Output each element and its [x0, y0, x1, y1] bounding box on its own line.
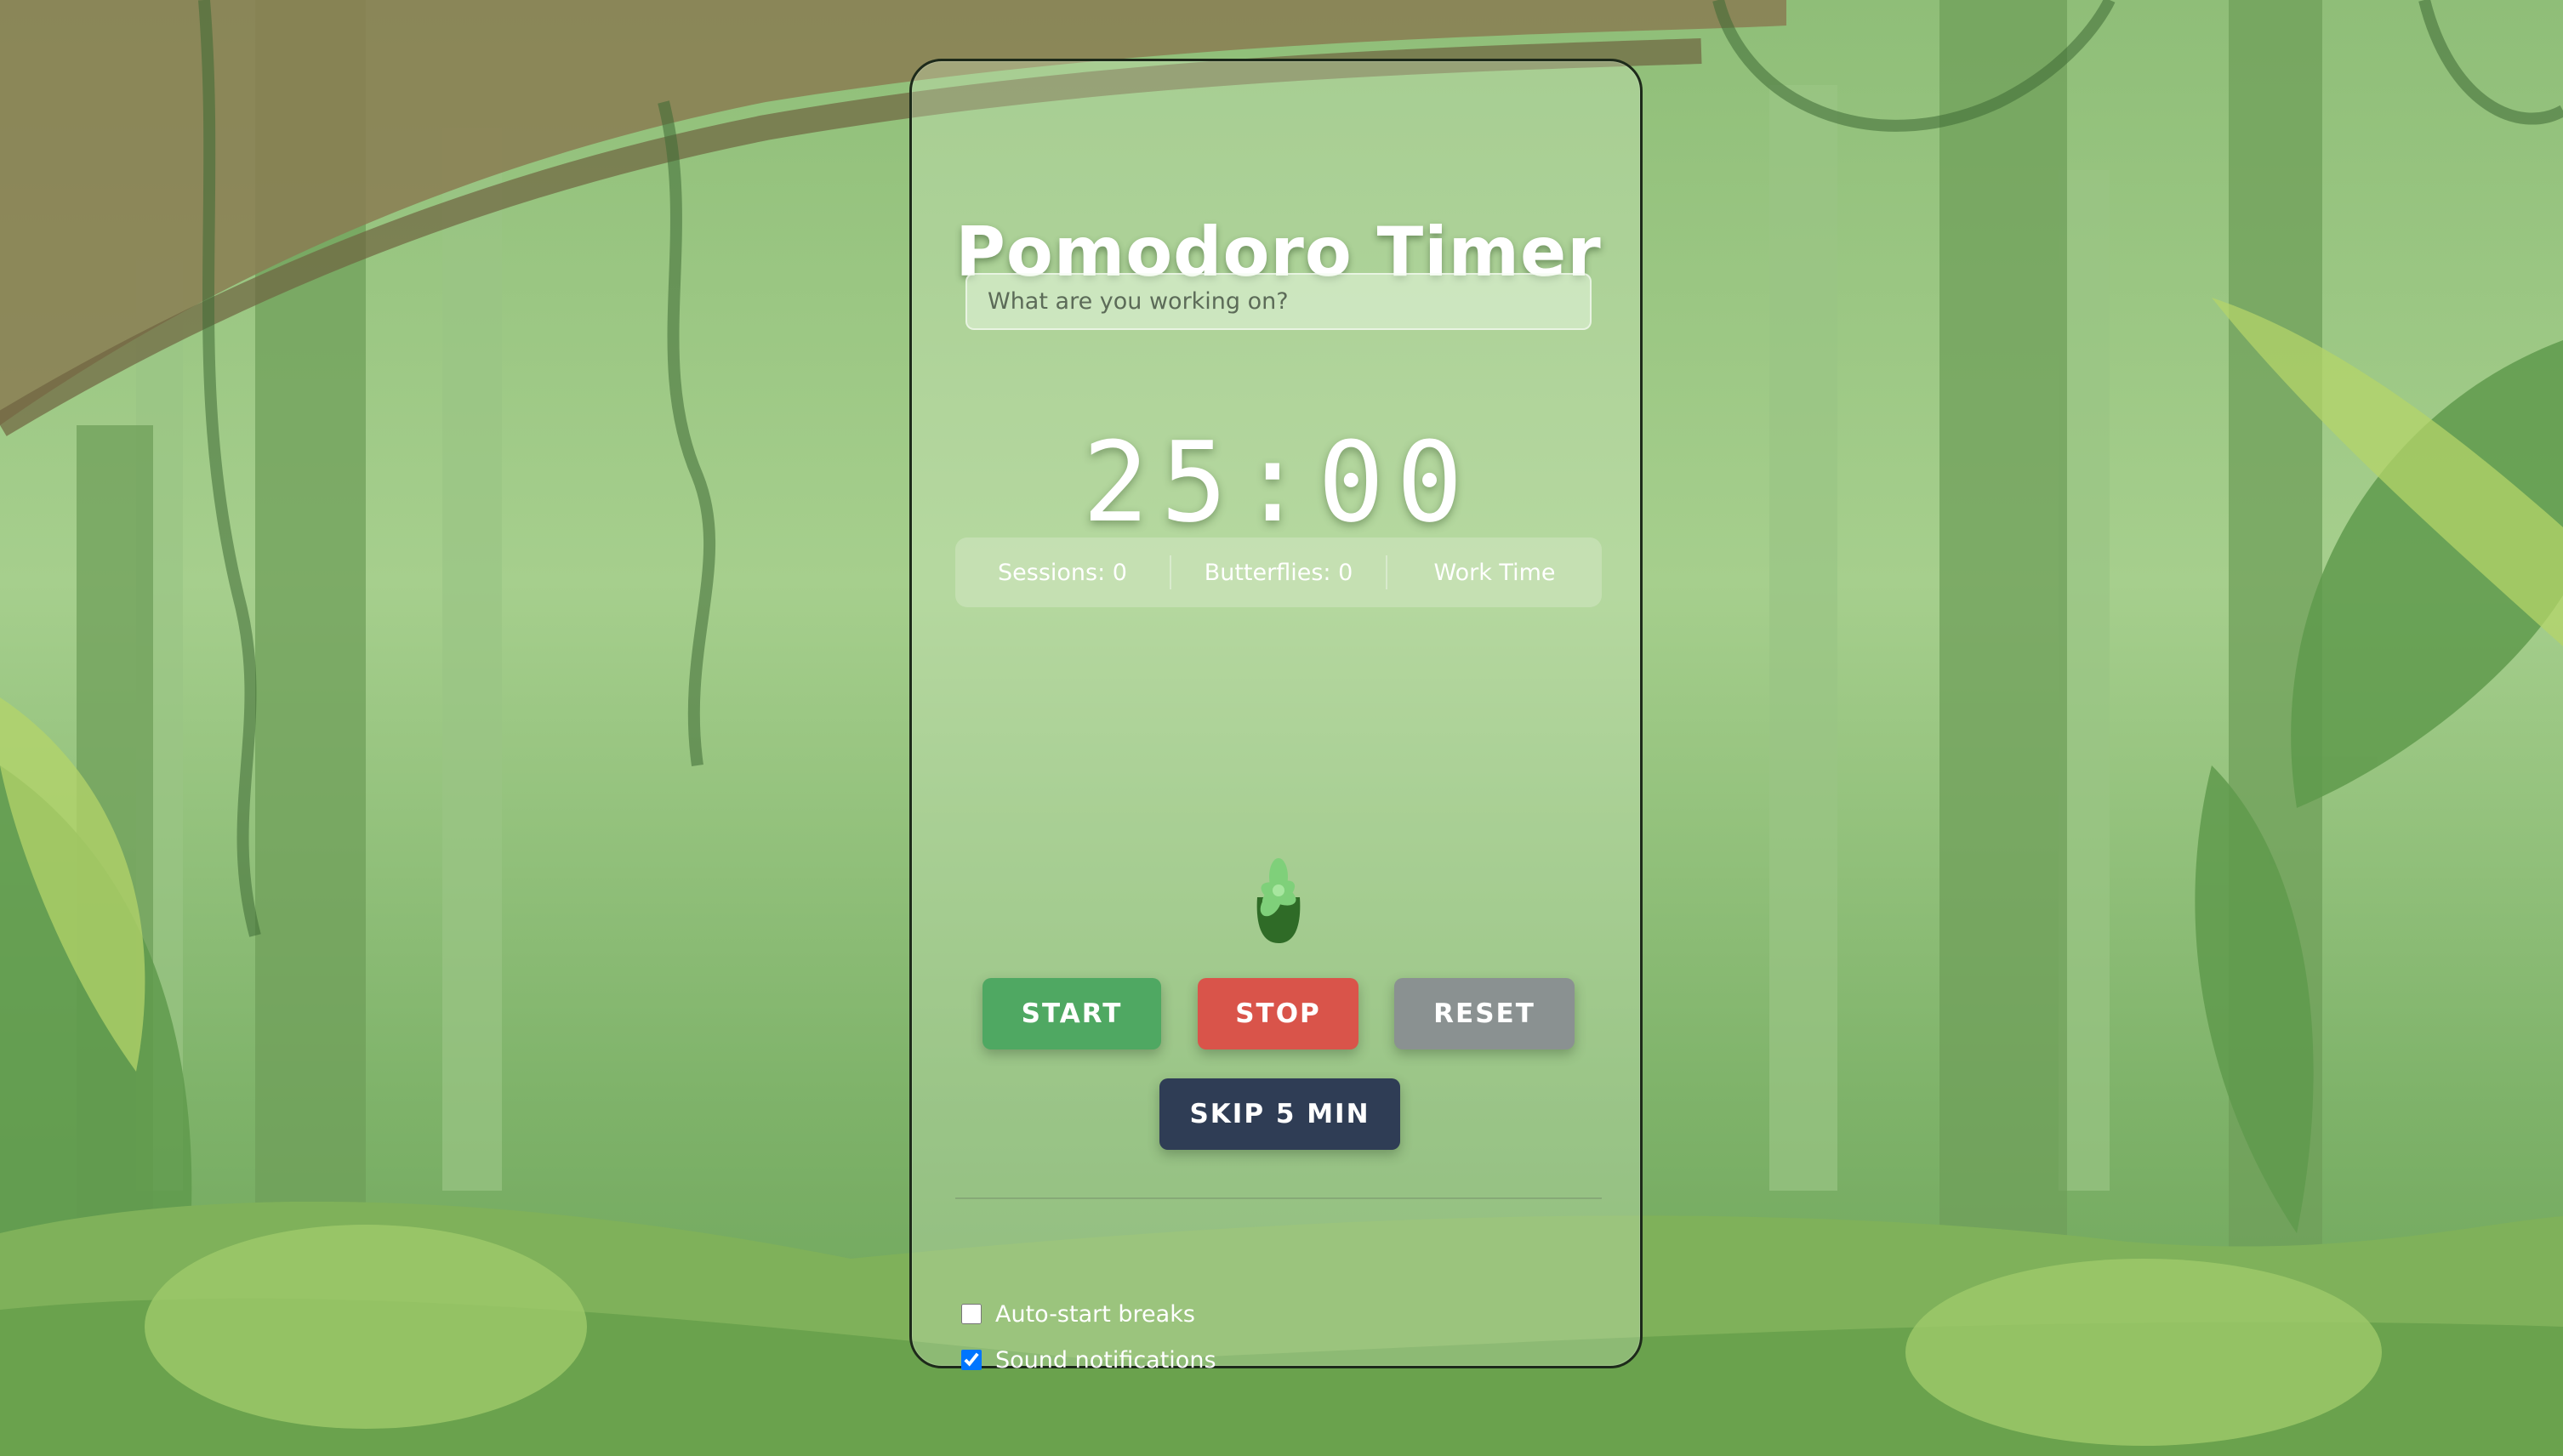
sessions-count: Sessions: 0: [998, 559, 1127, 586]
auto-start-breaks-option[interactable]: Auto-start breaks: [961, 1297, 1195, 1331]
mode-label: Work Time: [1433, 559, 1556, 586]
timer-display: 25:00: [1082, 418, 1475, 547]
sprout-icon: [1256, 858, 1301, 943]
stop-button[interactable]: STOP: [1198, 978, 1358, 1049]
stats-bar: Sessions: 0 Butterflies: 0 Work Time: [955, 537, 1602, 607]
auto-start-breaks-checkbox[interactable]: [961, 1304, 982, 1324]
sound-notifications-option[interactable]: Sound notifications: [961, 1343, 1216, 1377]
pomodoro-card: Pomodoro Timer 25:00 Sessions: 0 Butterf…: [909, 59, 1643, 1374]
sound-notifications-checkbox[interactable]: [961, 1350, 982, 1370]
butterflies-count: Butterflies: 0: [1204, 559, 1353, 586]
divider: [955, 1197, 1602, 1199]
jungle-background: Pomodoro Timer 25:00 Sessions: 0 Butterf…: [0, 0, 2563, 1456]
sound-notifications-label: Sound notifications: [995, 1346, 1216, 1374]
start-button[interactable]: START: [982, 978, 1161, 1049]
task-input[interactable]: [965, 273, 1592, 330]
auto-start-breaks-label: Auto-start breaks: [995, 1300, 1195, 1328]
skip-button[interactable]: SKIP 5 MIN: [1159, 1078, 1400, 1150]
reset-button[interactable]: RESET: [1394, 978, 1575, 1049]
